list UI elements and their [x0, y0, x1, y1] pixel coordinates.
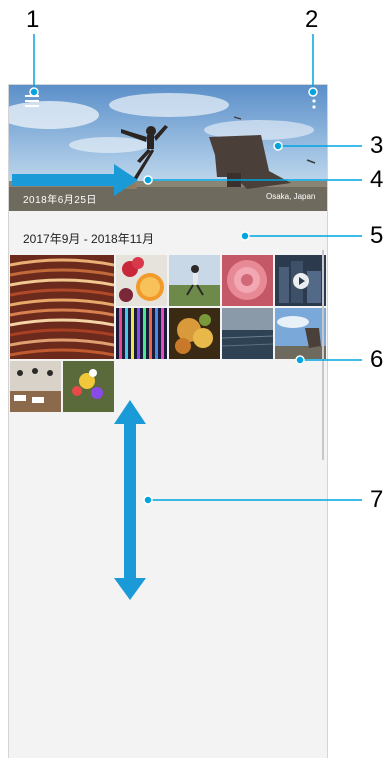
callout-number-1: 1	[26, 6, 40, 33]
callout-number-6: 6	[370, 346, 384, 373]
callout-dot-6	[295, 355, 305, 365]
callout-dot-7	[143, 495, 153, 505]
callout-dot-3	[273, 141, 283, 151]
callout-number-2: 2	[305, 6, 319, 33]
callout-dot-1	[29, 87, 39, 97]
callout-number-7: 7	[370, 486, 384, 513]
callout-overlay	[12, 34, 362, 600]
vertical-scroll-arrow	[114, 400, 146, 600]
callout-dot-5	[240, 231, 250, 241]
help-diagram: 2018年6月25日 Osaka, Japan 2017年9月 - 2018年1…	[0, 0, 390, 758]
callout-dot-2	[308, 87, 318, 97]
horizontal-swipe-arrow	[12, 164, 138, 196]
callout-number-3: 3	[370, 132, 384, 159]
callout-number-4: 4	[370, 166, 384, 193]
callout-number-5: 5	[370, 222, 384, 249]
callout-dot-4	[143, 175, 153, 185]
